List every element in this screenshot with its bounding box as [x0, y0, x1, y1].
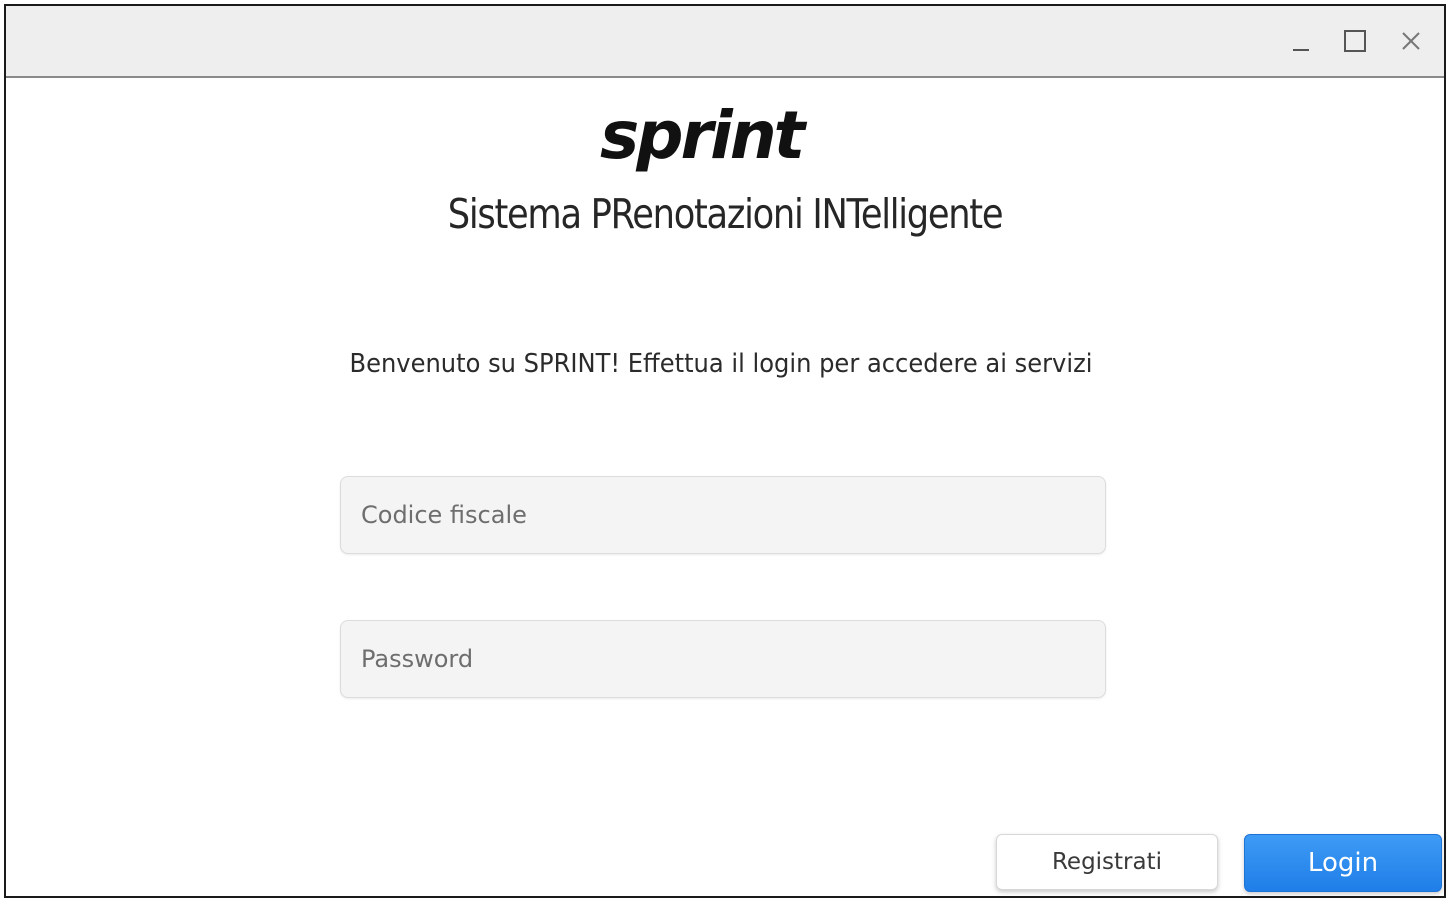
title-bar[interactable] [6, 6, 1444, 78]
login-panel: sprint Sistema PRenotazioni INTelligente… [6, 78, 1444, 896]
sprint-logo: sprint [600, 100, 811, 174]
minimize-icon[interactable] [1288, 28, 1314, 54]
maximize-icon[interactable] [1342, 28, 1368, 54]
password-input[interactable] [340, 620, 1106, 698]
codice-fiscale-input[interactable] [340, 476, 1106, 554]
login-button[interactable]: Login [1244, 834, 1442, 892]
welcome-message: Benvenuto su SPRINT! Effettua il login p… [349, 349, 1093, 379]
close-icon[interactable] [1398, 28, 1424, 54]
register-button[interactable]: Registrati [996, 834, 1218, 890]
app-title: Sistema PRenotazioni INTelligente [447, 190, 1004, 238]
svg-text:sprint: sprint [600, 100, 808, 174]
app-window: sprint Sistema PRenotazioni INTelligente… [4, 4, 1446, 898]
